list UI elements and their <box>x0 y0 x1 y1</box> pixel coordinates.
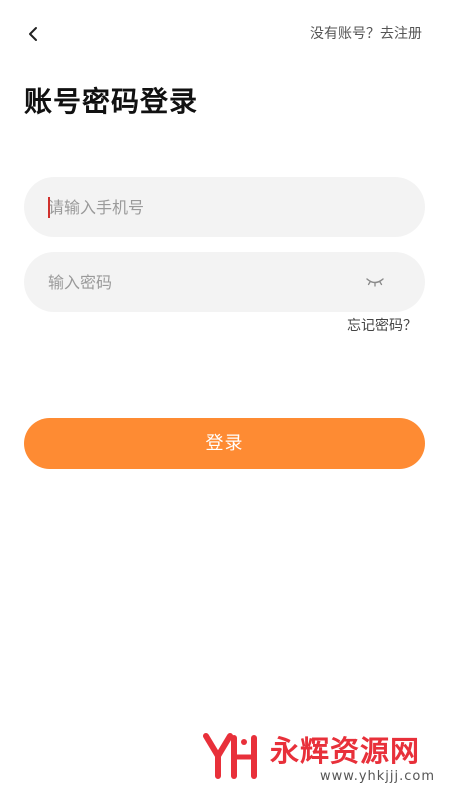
text-caret <box>48 197 50 218</box>
top-bar: 没有账号？去注册 <box>0 0 450 70</box>
phone-input[interactable] <box>48 177 358 237</box>
password-field[interactable] <box>24 252 425 312</box>
phone-field[interactable] <box>24 177 425 237</box>
forgot-password-link[interactable]: 忘记密码？ <box>347 316 417 336</box>
watermark-url: www.yhkjjj.com <box>320 769 436 784</box>
back-button[interactable] <box>18 19 48 49</box>
watermark-name: 永辉资源网 <box>270 734 421 768</box>
password-input[interactable] <box>48 252 358 312</box>
watermark-logo-icon <box>203 733 257 779</box>
password-visibility-toggle[interactable] <box>365 272 385 292</box>
chevron-left-icon <box>29 27 37 41</box>
eye-closed-icon <box>366 278 384 287</box>
register-link[interactable]: 没有账号？去注册 <box>310 24 422 44</box>
login-button[interactable]: 登录 <box>24 418 425 469</box>
page-title: 账号密码登录 <box>24 85 199 118</box>
watermark: 永辉资源网 www.yhkjjj.com <box>200 728 434 788</box>
